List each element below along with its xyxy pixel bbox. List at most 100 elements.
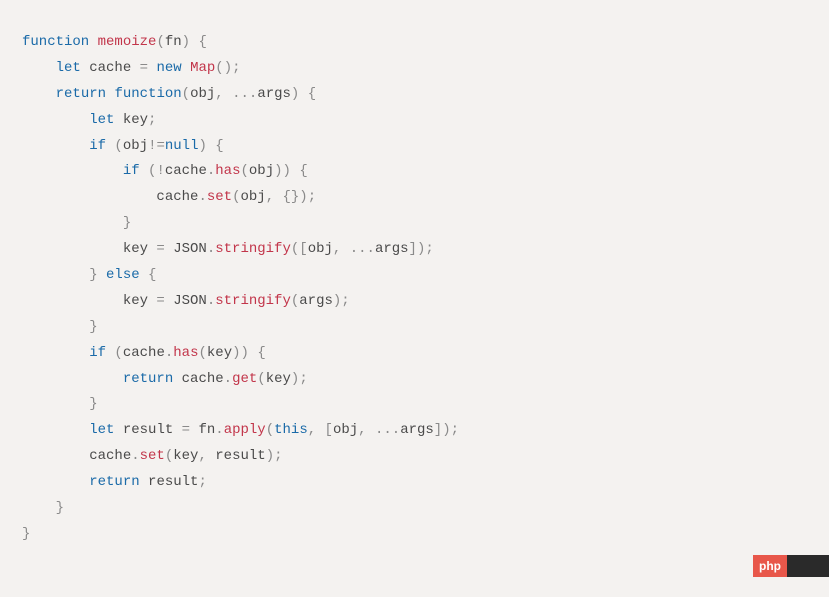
code-token xyxy=(182,60,190,76)
code-token xyxy=(22,267,89,283)
code-token: fn xyxy=(190,422,215,438)
code-block: function memoize(fn) { let cache = new M… xyxy=(22,30,807,548)
code-token: ; xyxy=(148,112,156,128)
code-token: if xyxy=(89,138,106,154)
code-token: . xyxy=(224,371,232,387)
code-token: obj xyxy=(333,422,358,438)
code-token: cache xyxy=(173,371,223,387)
code-token: = xyxy=(182,422,190,438)
code-token: let xyxy=(56,60,81,76)
code-token: cache xyxy=(123,345,165,361)
code-token: ... xyxy=(375,422,400,438)
code-token: { xyxy=(215,138,223,154)
code-token: stringify xyxy=(215,293,291,309)
watermark-badge: php xyxy=(753,555,829,577)
code-token: cache xyxy=(165,163,207,179)
code-token: return xyxy=(89,474,139,490)
code-token xyxy=(22,474,89,490)
code-token: stringify xyxy=(215,241,291,257)
code-token: ( xyxy=(182,86,190,102)
code-token: Map xyxy=(190,60,215,76)
code-token xyxy=(224,86,232,102)
code-token: ( xyxy=(106,345,123,361)
code-token xyxy=(22,371,123,387)
code-token: obj xyxy=(190,86,215,102)
code-token: key xyxy=(266,371,291,387)
code-token: [ xyxy=(325,422,333,438)
code-token: { xyxy=(198,34,206,50)
code-token xyxy=(22,345,89,361)
code-token: result xyxy=(140,474,199,490)
code-token: has xyxy=(215,163,240,179)
code-token: if xyxy=(123,163,140,179)
code-token: ([ xyxy=(291,241,308,257)
php-badge: php xyxy=(753,555,787,577)
code-token: )) xyxy=(232,345,249,361)
code-token: ... xyxy=(350,241,375,257)
code-token: this xyxy=(274,422,308,438)
code-token: function xyxy=(114,86,181,102)
code-token: JSON xyxy=(165,293,207,309)
code-token: { xyxy=(148,267,156,283)
code-token: set xyxy=(207,189,232,205)
code-token: let xyxy=(89,112,114,128)
code-token xyxy=(299,86,307,102)
code-token xyxy=(22,163,123,179)
code-token: args xyxy=(375,241,409,257)
code-token xyxy=(274,189,282,205)
code-token: { xyxy=(257,345,265,361)
code-token xyxy=(22,422,89,438)
code-token: result xyxy=(114,422,181,438)
code-token: = xyxy=(140,60,148,76)
code-token: JSON xyxy=(165,241,207,257)
code-token: , xyxy=(215,86,223,102)
code-token: has xyxy=(173,345,198,361)
code-token: ) xyxy=(182,34,190,50)
code-token: fn xyxy=(165,34,182,50)
code-token: apply xyxy=(224,422,266,438)
code-token: obj xyxy=(308,241,333,257)
code-token xyxy=(22,60,56,76)
code-token: obj xyxy=(249,163,274,179)
code-token: ( xyxy=(257,371,265,387)
code-token: = xyxy=(156,241,164,257)
code-token: ( xyxy=(156,34,164,50)
code-token: args xyxy=(400,422,434,438)
code-token: ]); xyxy=(434,422,459,438)
code-token xyxy=(22,396,89,412)
code-token: cache xyxy=(22,448,131,464)
code-token: ( xyxy=(165,448,173,464)
code-token: key xyxy=(207,345,232,361)
code-token xyxy=(22,112,89,128)
code-token xyxy=(316,422,324,438)
code-token: ; xyxy=(198,474,206,490)
code-token: get xyxy=(232,371,257,387)
code-token xyxy=(22,215,123,231)
code-token: . xyxy=(207,241,215,257)
code-token: . xyxy=(215,422,223,438)
code-token xyxy=(22,319,89,335)
code-token: ); xyxy=(266,448,283,464)
code-token: = xyxy=(156,293,164,309)
code-token xyxy=(367,422,375,438)
code-token: , xyxy=(198,448,206,464)
code-token: set xyxy=(140,448,165,464)
code-token: let xyxy=(89,422,114,438)
code-token xyxy=(89,34,97,50)
code-token: } xyxy=(89,396,97,412)
code-token xyxy=(341,241,349,257)
code-token: ( xyxy=(241,163,249,179)
code-token: return xyxy=(123,371,173,387)
code-token: } xyxy=(22,526,30,542)
code-token: ( xyxy=(266,422,274,438)
code-token: } xyxy=(89,267,97,283)
code-token: cache xyxy=(22,189,198,205)
code-token: ); xyxy=(291,371,308,387)
code-token: ]); xyxy=(409,241,434,257)
code-token: (! xyxy=(140,163,165,179)
code-token: ) xyxy=(198,138,206,154)
code-token xyxy=(140,267,148,283)
code-token: result xyxy=(207,448,266,464)
code-token: . xyxy=(198,189,206,205)
code-token: ( xyxy=(106,138,123,154)
